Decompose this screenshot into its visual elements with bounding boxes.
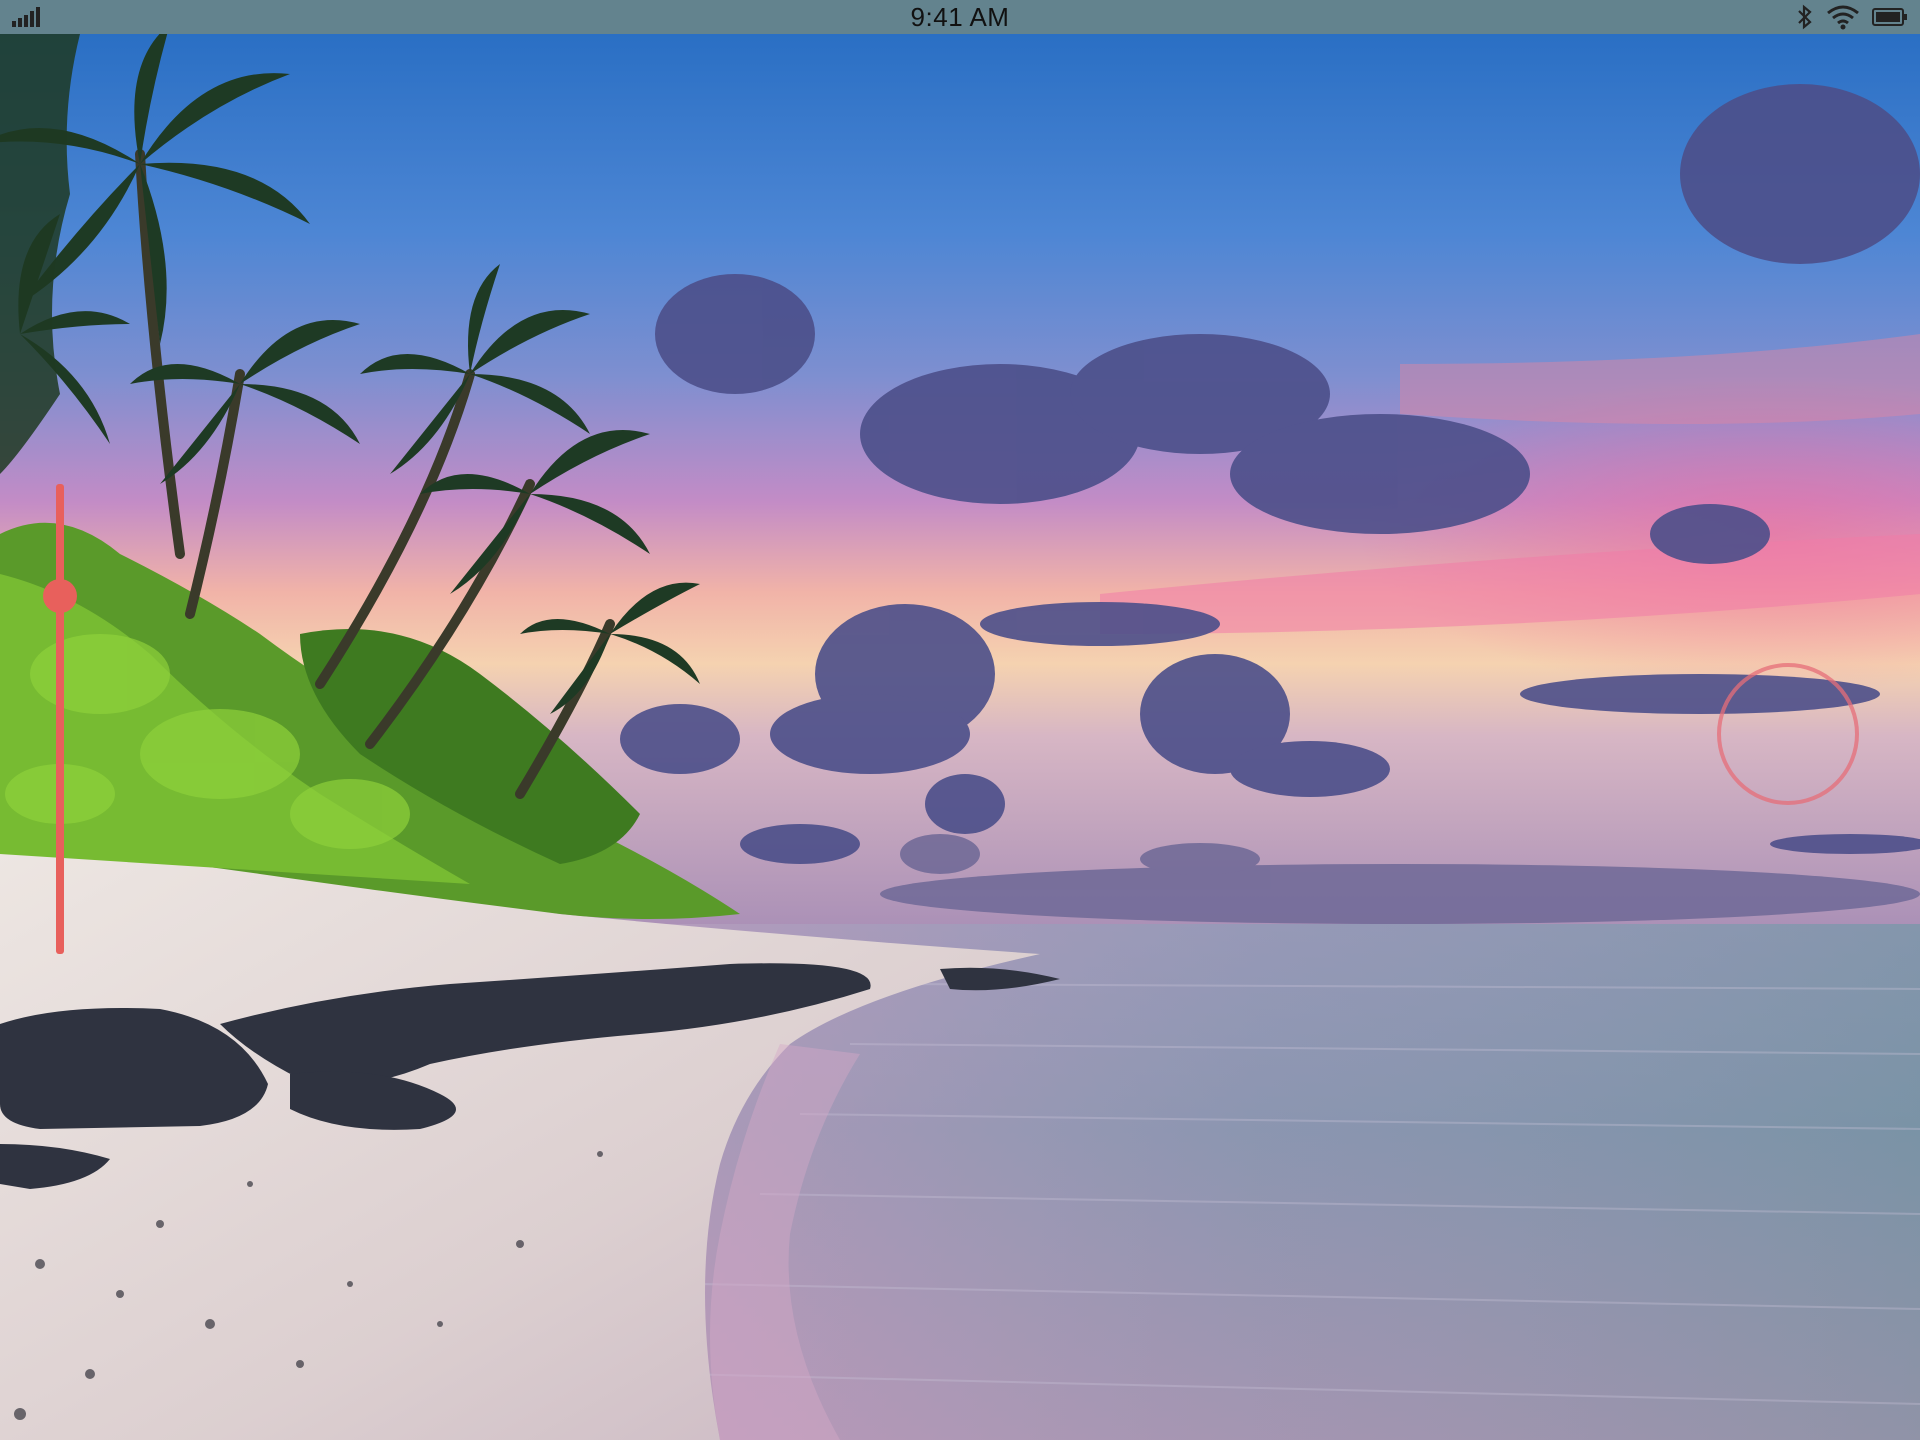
battery-icon [1872, 8, 1907, 26]
beach-sunset-photo [0, 34, 1920, 1440]
focus-ring[interactable] [1717, 663, 1859, 805]
wifi-icon [1827, 5, 1859, 30]
exposure-slider-knob[interactable] [43, 579, 77, 613]
exposure-slider-track[interactable] [56, 484, 64, 954]
status-bar: 9:41 AM [0, 0, 1920, 34]
status-icons [1796, 2, 1908, 32]
status-time: 9:41 AM [910, 2, 1010, 32]
camera-screen: 9:41 AM [0, 0, 1920, 1440]
bluetooth-icon [1798, 4, 1812, 30]
